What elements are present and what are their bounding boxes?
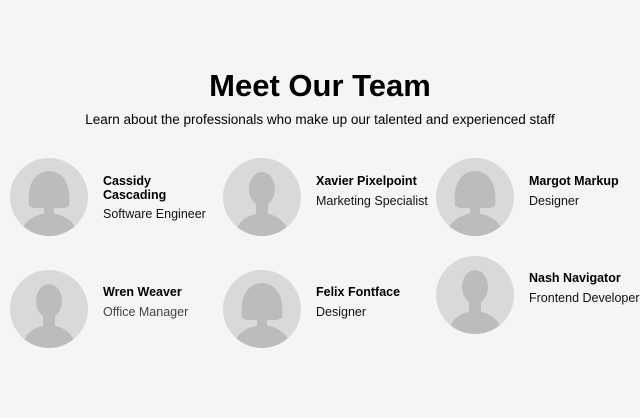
member-role: Office Manager bbox=[103, 304, 189, 319]
male-silhouette-icon bbox=[10, 270, 88, 348]
member-role: Software Engineer bbox=[103, 207, 206, 221]
member-role: Designer bbox=[529, 193, 580, 208]
member-name: Margot Markup bbox=[529, 174, 619, 188]
page-subtitle: Learn about the professionals who make u… bbox=[85, 112, 555, 127]
member-name: Xavier Pixelpoint bbox=[316, 174, 417, 188]
female-silhouette-icon bbox=[436, 158, 514, 236]
female-silhouette-icon bbox=[223, 270, 301, 348]
member-name: Cassidy Cascading bbox=[103, 174, 167, 202]
female-silhouette-icon bbox=[10, 158, 88, 236]
member-role: Marketing Specialist bbox=[316, 193, 428, 208]
page-title: Meet Our Team bbox=[209, 68, 431, 103]
male-silhouette-icon bbox=[223, 158, 301, 236]
team-member-card: Nash Navigator Frontend Developer bbox=[436, 256, 640, 336]
team-member-card: Xavier Pixelpoint Marketing Specialist bbox=[223, 158, 428, 238]
team-member-card: Felix Fontface Designer bbox=[223, 270, 428, 350]
team-member-card: Margot Markup Designer bbox=[436, 158, 640, 238]
team-member-card: Cassidy Cascading Software Engineer bbox=[10, 158, 215, 238]
member-role: Frontend Developer bbox=[529, 290, 640, 305]
member-role: Designer bbox=[316, 304, 367, 319]
team-member-card: Wren Weaver Office Manager bbox=[10, 270, 215, 350]
male-silhouette-icon bbox=[436, 256, 514, 334]
member-name: Felix Fontface bbox=[316, 285, 401, 299]
member-name: Nash Navigator bbox=[529, 271, 621, 285]
member-name: Wren Weaver bbox=[103, 285, 182, 299]
